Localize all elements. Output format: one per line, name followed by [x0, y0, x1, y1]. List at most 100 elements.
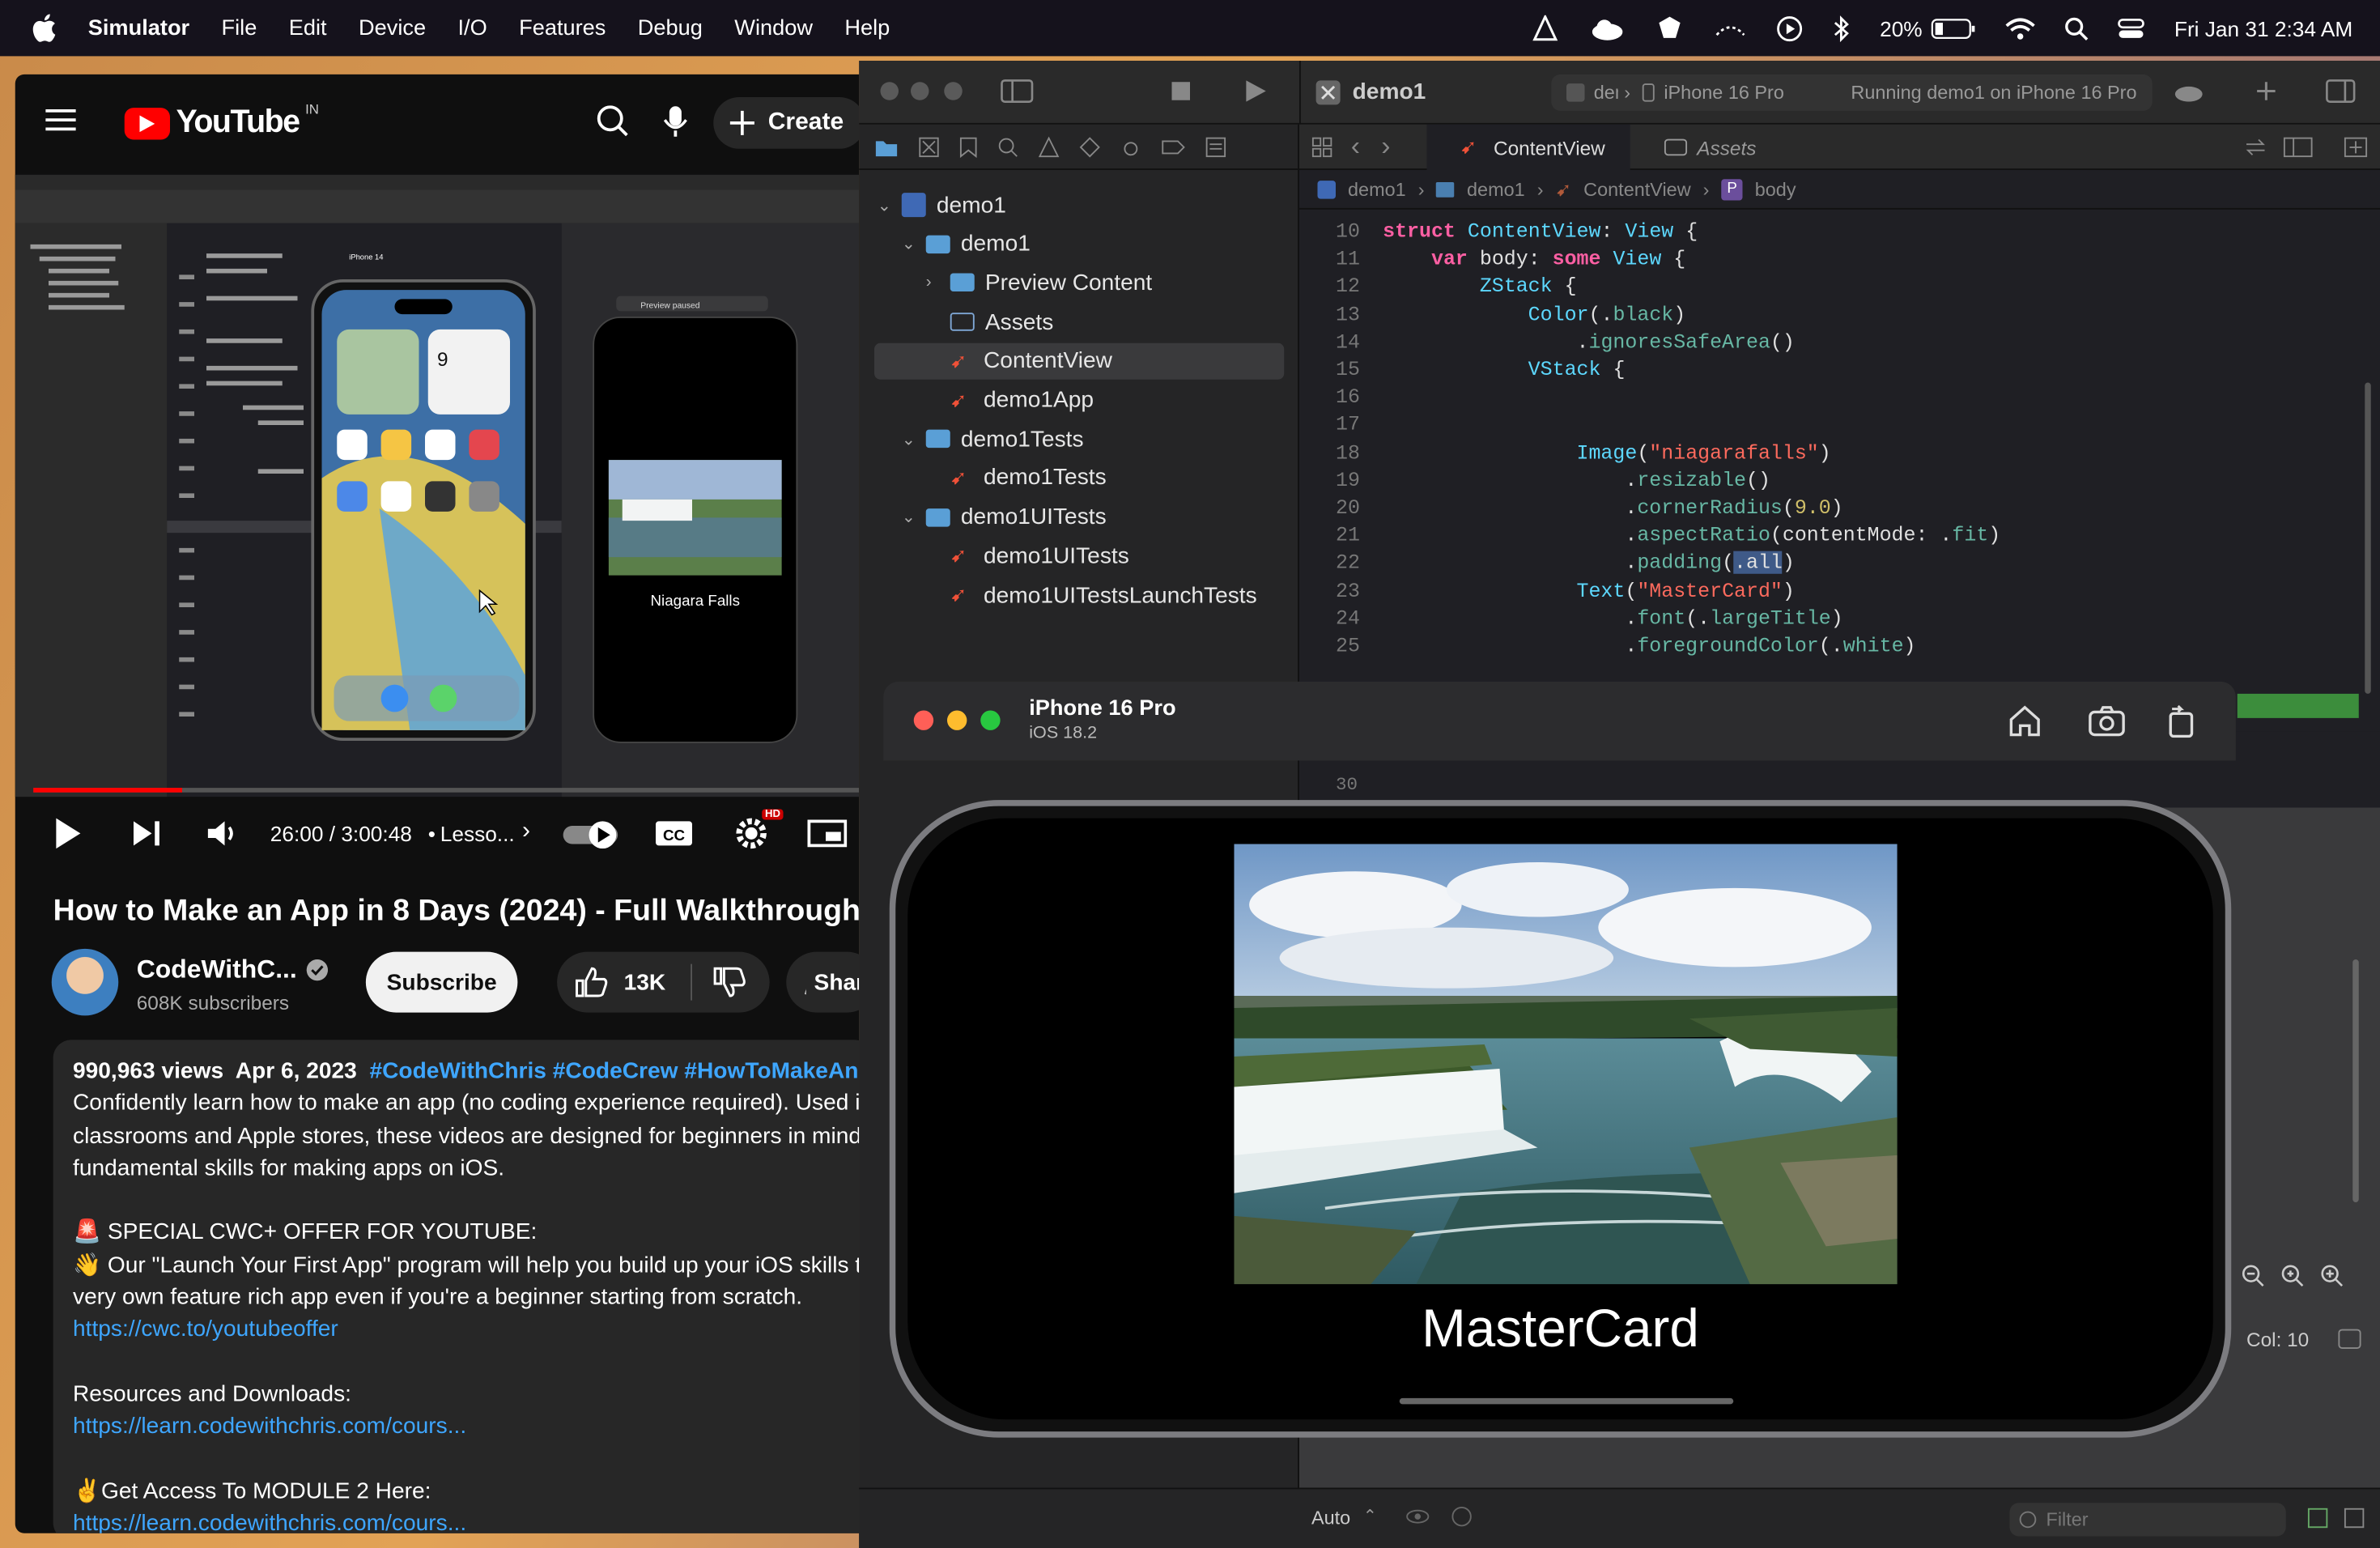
search-icon[interactable] — [597, 104, 630, 138]
settings-button[interactable]: HD — [733, 809, 784, 855]
source-editor[interactable]: ‹ › ➹ ContentView Assets demo1 › demo1 › — [1299, 124, 2380, 732]
autoplay-toggle[interactable] — [562, 812, 623, 855]
crumb-file[interactable]: ContentView — [1583, 178, 1690, 199]
stop-icon[interactable] — [1171, 80, 1192, 101]
captions-button[interactable]: CC — [654, 812, 694, 855]
code-line[interactable]: VStack { — [1383, 359, 1626, 381]
add-editor-icon[interactable] — [2344, 137, 2368, 158]
code-line[interactable]: .padding(.all) — [1383, 551, 1795, 575]
menubar-clock[interactable]: Fri Jan 31 2:34 AM — [2174, 16, 2352, 40]
share-button[interactable]: Share — [786, 951, 860, 1013]
zoom-in-icon[interactable] — [2319, 1263, 2344, 1287]
issue-icon[interactable] — [1038, 135, 1060, 157]
tab-assets[interactable]: Assets — [1664, 125, 1756, 170]
menu-edit[interactable]: Edit — [289, 16, 327, 40]
chevron-down-icon[interactable]: ⌄ — [902, 507, 917, 527]
code-line[interactable]: Text("MasterCard") — [1383, 579, 1795, 602]
report-icon[interactable] — [1205, 136, 1226, 157]
next-button[interactable] — [132, 812, 163, 855]
code-line[interactable]: struct ContentView: View { — [1383, 220, 1698, 243]
code-line[interactable]: .ignoresSafeArea() — [1383, 330, 1794, 353]
shield-icon[interactable] — [1655, 15, 1686, 42]
like-button[interactable]: 13K — [557, 967, 691, 997]
chevron-down-icon[interactable]: ⌄ — [878, 195, 893, 215]
file-tree-item[interactable]: ➹ ContentView — [874, 342, 1285, 380]
code-line[interactable]: .foregroundColor(.white) — [1383, 635, 1915, 657]
activity-view[interactable]: demo1 › iPhone 16 Pro Running demo1 on i… — [1551, 74, 2153, 111]
dots-icon[interactable] — [1715, 16, 1748, 40]
file-tree-item[interactable]: Assets — [926, 304, 1053, 340]
volume-button[interactable] — [206, 812, 240, 855]
canvas-scrollbar[interactable] — [2352, 959, 2359, 1202]
find-icon[interactable] — [997, 136, 1018, 157]
scheme-name[interactable]: demo1 — [1594, 82, 1618, 103]
zoom-out-icon[interactable] — [2241, 1263, 2265, 1287]
menu-help[interactable]: Help — [844, 16, 890, 40]
menu-app-simulator[interactable]: Simulator — [88, 16, 189, 40]
tab-contentview[interactable]: ➹ ContentView — [1426, 124, 1630, 170]
menu-device[interactable]: Device — [359, 16, 426, 40]
apple-icon[interactable] — [31, 14, 58, 42]
code-line[interactable]: var body: some View { — [1383, 248, 1685, 270]
window-close-button[interactable] — [880, 82, 899, 100]
monitor-icon[interactable] — [1531, 14, 1562, 42]
file-tree-item[interactable]: ⌄ demo1 — [902, 226, 1031, 262]
play-icon[interactable] — [1777, 15, 1804, 42]
inspector-toggle-icon[interactable] — [2326, 79, 2357, 104]
code-line[interactable]: .font(.largeTitle) — [1383, 607, 1842, 630]
panel-toggle-left-icon[interactable] — [2307, 1508, 2328, 1529]
wifi-icon[interactable] — [2006, 16, 2037, 40]
cloud-icon[interactable] — [2174, 80, 2204, 102]
simulator-close-button[interactable] — [913, 710, 934, 730]
code-line[interactable]: Image("niagarafalls") — [1383, 441, 1831, 464]
editor-scrollbar[interactable] — [2365, 382, 2371, 694]
crumb-symbol[interactable]: body — [1755, 178, 1796, 199]
zoom-fit-icon[interactable] — [2280, 1263, 2304, 1287]
code-line[interactable]: .resizable() — [1383, 469, 1770, 491]
search-icon[interactable] — [2065, 16, 2089, 40]
hamburger-menu-icon[interactable] — [45, 108, 76, 132]
home-indicator[interactable] — [1399, 1397, 1734, 1405]
battery-icon[interactable] — [1932, 18, 1977, 39]
chapter-title[interactable]: Lesso... — [440, 821, 515, 845]
module2-link[interactable]: https://learn.codewithchris.com/cours... — [73, 1511, 466, 1533]
chevron-right-icon[interactable]: › — [926, 274, 941, 292]
code-line[interactable]: .cornerRadius(9.0) — [1383, 496, 1842, 519]
sidebar-toggle-icon[interactable] — [1001, 79, 1034, 104]
back-chevron-icon[interactable]: ‹ — [1351, 130, 1360, 162]
control-center-icon[interactable] — [2119, 16, 2146, 40]
console-filter-field[interactable]: Filter — [2009, 1503, 2286, 1537]
crumb-project[interactable]: demo1 — [1348, 178, 1406, 199]
play-button[interactable] — [55, 812, 83, 855]
run-destination[interactable]: iPhone 16 Pro — [1664, 82, 1784, 103]
auto-selector[interactable]: Auto — [1311, 1508, 1350, 1529]
minimap-toggle-icon[interactable] — [2338, 1329, 2362, 1350]
breakpoint-icon[interactable] — [1161, 138, 1185, 156]
create-button[interactable]: Create — [713, 97, 860, 149]
window-minimize-button[interactable] — [911, 82, 929, 100]
source-control-icon[interactable] — [918, 136, 939, 157]
test-icon[interactable] — [1079, 136, 1100, 157]
add-icon[interactable] — [2255, 80, 2276, 101]
microphone-icon[interactable] — [663, 104, 687, 138]
channel-name[interactable]: CodeWithC... — [137, 955, 297, 985]
file-tree-item[interactable]: ➹ demo1UITests — [926, 538, 1129, 574]
dislike-button[interactable] — [692, 967, 747, 997]
youtube-logo[interactable]: YouTube IN — [124, 102, 319, 141]
code-line[interactable]: ZStack { — [1383, 275, 1577, 298]
chevron-down-icon[interactable]: ⌄ — [902, 429, 917, 449]
offer-link[interactable]: https://cwc.to/youtubeoffer — [73, 1316, 338, 1342]
hashtags[interactable]: #CodeWithChris #CodeCrew #HowToMakeAnApp — [369, 1058, 859, 1084]
menu-window[interactable]: Window — [734, 16, 813, 40]
file-tree-item[interactable]: › Preview Content — [926, 265, 1152, 301]
menu-io[interactable]: I/O — [457, 16, 487, 40]
channel-avatar[interactable] — [51, 948, 119, 1016]
related-items-icon[interactable] — [1311, 137, 1332, 158]
code-line[interactable]: Color(.black) — [1383, 303, 1686, 325]
file-tree-item[interactable]: ⌄ demo1UITests — [902, 499, 1107, 535]
miniplayer-button[interactable] — [807, 812, 848, 855]
crumb-group[interactable]: demo1 — [1467, 178, 1525, 199]
iphone-screen[interactable]: MasterCard — [907, 818, 2213, 1420]
chapter-chevron-icon[interactable]: › — [522, 819, 530, 846]
editor-options-icon[interactable] — [2283, 137, 2314, 158]
